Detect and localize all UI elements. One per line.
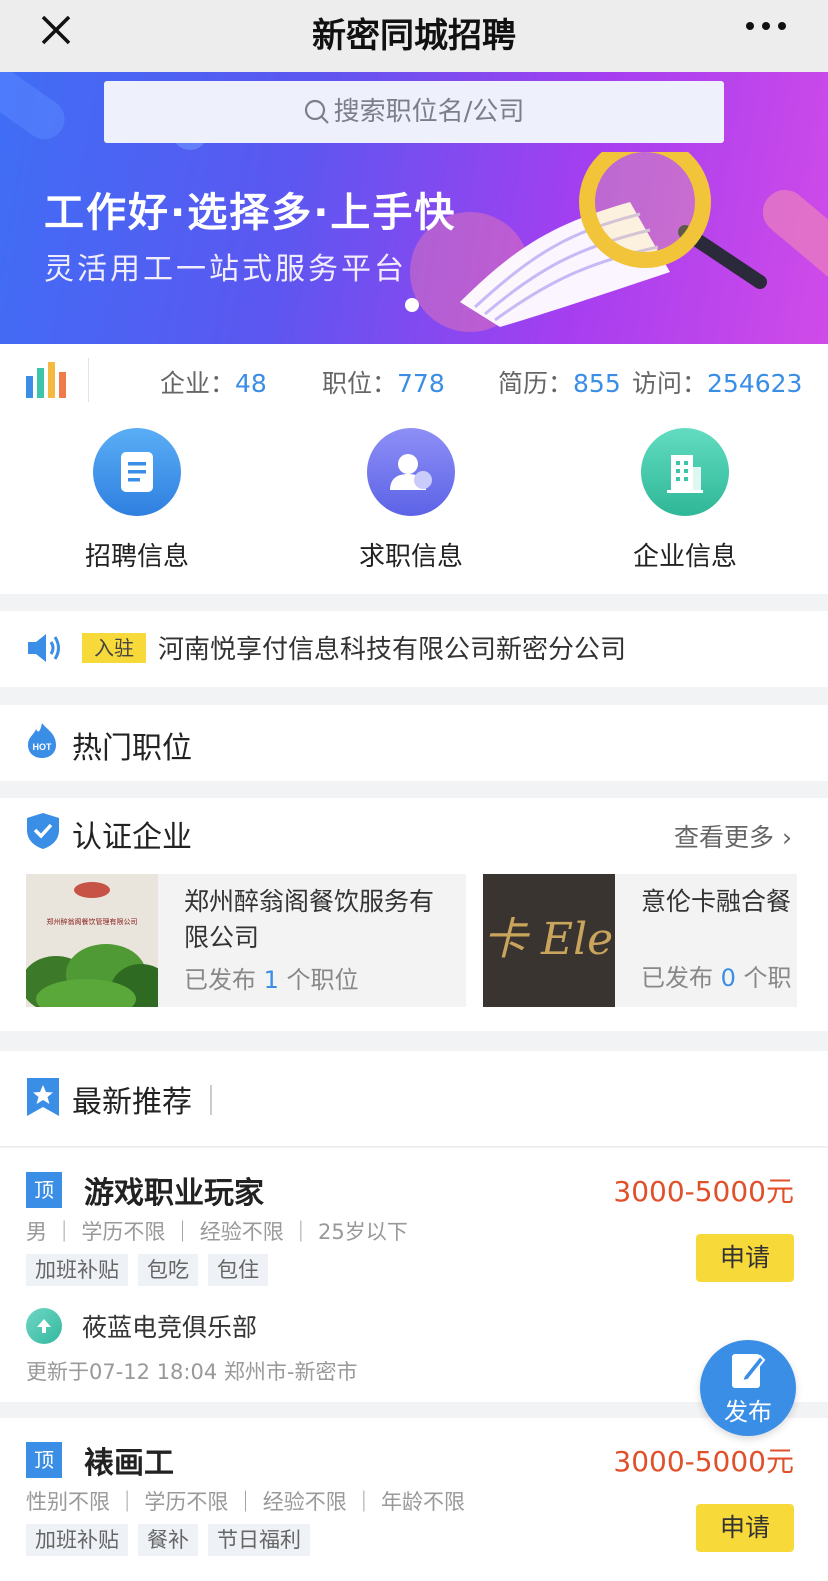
- banner-subslogan: 灵活用工一站式服务平台: [44, 252, 407, 287]
- company-card[interactable]: 卡 Ele 意伦卡融合餐 已发布 0 个职: [483, 874, 797, 1007]
- publish-button[interactable]: 发布: [700, 1340, 796, 1436]
- search-input[interactable]: 搜索职位名/公司: [104, 81, 724, 143]
- latest-section-header: 最新推荐: [0, 1051, 828, 1147]
- app-title: 新密同城招聘: [312, 16, 516, 56]
- pinned-badge: 顶: [26, 1172, 62, 1208]
- company-card[interactable]: 郑州醉翁阁餐饮管理有限公司 郑州醉翁阁餐饮服务有限公司 已发布 1 个职位: [26, 874, 466, 1007]
- magnifier-illustration-icon: [460, 152, 767, 327]
- job-requirements: 性别不限 ｜ 学历不限 ｜ 经验不限 ｜ 年龄不限: [26, 1490, 466, 1514]
- bar-chart-icon: [26, 362, 66, 398]
- benefit-tag: 包住: [208, 1254, 268, 1286]
- hot-flame-icon: HOT: [28, 723, 56, 758]
- company-posted-count: 已发布 0 个职: [641, 964, 792, 992]
- stats-panel: 企业：48 职位：778 简历：855 访问：254623 招聘信息 求职信息 …: [0, 344, 828, 594]
- job-updated: 更新于07-12 18:04 郑州市-新密市: [26, 1360, 358, 1384]
- section-title: 热门职位: [72, 731, 192, 766]
- more-icon[interactable]: [744, 18, 788, 34]
- top-bar: 新密同城招聘: [0, 0, 828, 72]
- announcement-tag: 入驻: [82, 633, 146, 663]
- user-icon: [367, 428, 455, 516]
- company-name: 意伦卡融合餐: [641, 887, 792, 916]
- divider: [210, 1085, 212, 1115]
- menu-label: 招聘信息: [84, 542, 189, 572]
- certified-companies-section: 认证企业 查看更多 › 郑州醉翁阁餐饮管理有限公司 郑州醉翁阁餐饮服务有限公司 …: [0, 798, 828, 1031]
- announcement-bar[interactable]: 入驻 河南悦享付信息科技有限公司新密分公司: [0, 611, 828, 687]
- hot-jobs-section: HOT 热门职位: [0, 705, 828, 781]
- menu-company-info[interactable]: 企业信息: [605, 428, 765, 573]
- search-placeholder: 搜索职位名/公司: [333, 97, 525, 127]
- benefit-tag: 加班补贴: [26, 1524, 128, 1556]
- publish-label: 发布: [724, 1398, 772, 1426]
- company-posted-count: 已发布 1 个职位: [184, 966, 359, 994]
- edit-icon: [732, 1354, 766, 1388]
- svg-text:HOT: HOT: [33, 742, 53, 752]
- job-benefit-tags: 加班补贴 餐补 节日福利: [26, 1524, 310, 1556]
- search-icon: [304, 99, 329, 124]
- stat-companies: 企业：48: [160, 369, 267, 398]
- benefit-tag: 餐补: [138, 1524, 198, 1556]
- bookmark-star-icon: [27, 1078, 59, 1116]
- menu-label: 求职信息: [358, 542, 463, 572]
- job-listing[interactable]: 顶 游戏职业玩家 3000-5000元 男 ｜ 学历不限 ｜ 经验不限 ｜ 25…: [0, 1148, 828, 1402]
- job-salary: 3000-5000元: [613, 1175, 794, 1208]
- company-logo-icon: [26, 1308, 62, 1344]
- apply-button[interactable]: 申请: [696, 1234, 794, 1282]
- menu-jobseeker-info[interactable]: 求职信息: [331, 428, 491, 573]
- stat-visits: 访问：254623: [632, 369, 803, 398]
- divider: [88, 358, 89, 402]
- company-photo: 卡 Ele: [483, 874, 615, 1007]
- announcement-text[interactable]: 河南悦享付信息科技有限公司新密分公司: [158, 629, 626, 666]
- job-requirements: 男 ｜ 学历不限 ｜ 经验不限 ｜ 25岁以下: [26, 1220, 408, 1244]
- apply-button[interactable]: 申请: [696, 1504, 794, 1552]
- svg-text:郑州醉翁阁餐饮管理有限公司: 郑州醉翁阁餐饮管理有限公司: [47, 917, 138, 926]
- carousel-indicator[interactable]: [405, 298, 419, 312]
- stat-jobs: 职位：778: [322, 369, 445, 398]
- benefit-tag: 节日福利: [208, 1524, 310, 1556]
- banner-slogan: 工作好·选择多·上手快: [44, 190, 457, 236]
- job-benefit-tags: 加班补贴 包吃 包住: [26, 1254, 268, 1286]
- company-name: 郑州醉翁阁餐饮服务有限公司: [184, 887, 435, 952]
- section-title: 认证企业: [72, 820, 192, 855]
- stat-resumes: 简历：855: [498, 369, 621, 398]
- job-listing[interactable]: 顶 裱画工 3000-5000元 性别不限 ｜ 学历不限 ｜ 经验不限 ｜ 年龄…: [0, 1418, 828, 1581]
- job-salary: 3000-5000元: [613, 1445, 794, 1478]
- menu-label: 企业信息: [632, 542, 737, 572]
- benefit-tag: 加班补贴: [26, 1254, 128, 1286]
- shield-check-icon: [27, 813, 59, 849]
- view-more-link[interactable]: 查看更多 ›: [674, 818, 792, 854]
- pinned-badge: 顶: [26, 1442, 62, 1478]
- job-company[interactable]: 莜蓝电竞俱乐部: [82, 1308, 257, 1344]
- building-icon: [641, 428, 729, 516]
- document-icon: [93, 428, 181, 516]
- promo-banner[interactable]: 搜索职位名/公司 工作好·选择多·上手快 灵活用工一站式服务平台: [0, 72, 828, 344]
- menu-recruitment-info[interactable]: 招聘信息: [57, 428, 217, 573]
- speaker-icon: [28, 634, 60, 662]
- section-title: 最新推荐: [72, 1085, 192, 1120]
- job-title[interactable]: 游戏职业玩家: [84, 1168, 264, 1212]
- company-photo: 郑州醉翁阁餐饮管理有限公司: [26, 874, 158, 1007]
- benefit-tag: 包吃: [138, 1254, 198, 1286]
- chevron-right-icon: ›: [774, 823, 792, 852]
- job-title[interactable]: 裱画工: [84, 1438, 174, 1482]
- svg-text:卡 Ele: 卡 Ele: [483, 914, 613, 965]
